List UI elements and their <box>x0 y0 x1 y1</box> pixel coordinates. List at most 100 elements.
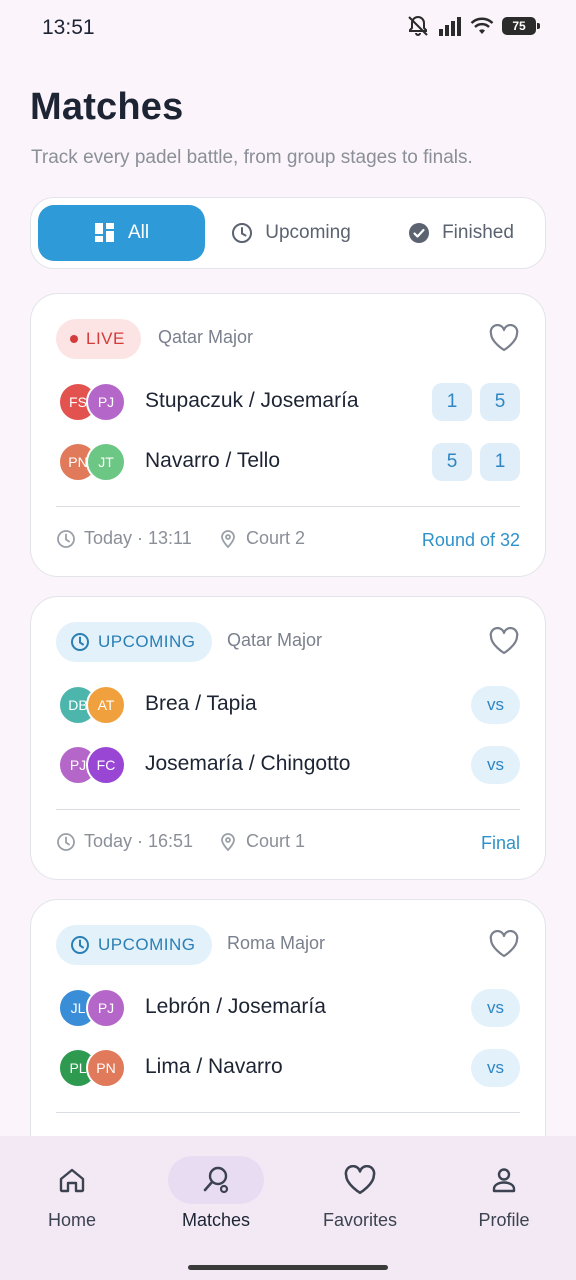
bottom-navigation: Home Matches Favorites Profile <box>0 1136 576 1280</box>
set-score: 5 <box>432 443 472 481</box>
nav-label: Home <box>47 1210 96 1230</box>
avatar: PJ <box>86 988 126 1028</box>
status-bar: 13:51 75 <box>0 0 576 56</box>
location-pin-icon <box>221 529 235 548</box>
favorite-heart-icon[interactable] <box>489 930 519 958</box>
match-round: Round of 32 <box>421 530 520 550</box>
team-row: FS PJ Stupaczuk / Josemaría 1 5 <box>56 380 520 424</box>
match-time-label: Today · 13:11 <box>84 528 192 548</box>
home-indicator[interactable] <box>188 1265 388 1270</box>
tournament-name: Qatar Major <box>227 630 323 650</box>
nav-item-favorites[interactable]: Favorites <box>305 1156 415 1231</box>
match-court-label: Court 2 <box>246 528 306 548</box>
filter-all-label: All <box>127 222 150 243</box>
set-score: 1 <box>432 383 472 421</box>
set-score: 5 <box>480 383 520 421</box>
team-avatars: PN JT <box>58 442 130 482</box>
nav-label: Profile <box>478 1210 530 1230</box>
nav-label: Matches <box>181 1210 251 1230</box>
match-time-label: Today · 16:51 <box>84 831 194 851</box>
filter-upcoming-label: Upcoming <box>265 222 351 243</box>
clock-icon <box>71 633 89 651</box>
tournament-name: Roma Major <box>227 933 326 953</box>
match-time: Today · 16:51 <box>56 831 193 852</box>
divider <box>56 809 520 810</box>
filter-finished-button[interactable]: Finished <box>381 205 541 261</box>
nav-item-home[interactable]: Home <box>17 1156 127 1231</box>
signal-icon <box>439 17 461 36</box>
divider <box>56 506 520 507</box>
team-row: JL PJ Lebrón / Josemaría vs <box>56 986 520 1030</box>
clock-icon <box>57 529 75 548</box>
team-avatars: JL PJ <box>58 988 130 1028</box>
check-circle-icon <box>409 223 430 243</box>
page-title: Matches <box>30 86 184 128</box>
tournament-name: Qatar Major <box>158 327 254 347</box>
vs-badge: vs <box>471 686 520 724</box>
nav-label: Favorites <box>322 1210 398 1230</box>
team-name: Navarro / Tello <box>145 449 281 472</box>
team-avatars: PL PN <box>58 1048 130 1088</box>
team-scores: 5 1 <box>432 443 520 481</box>
live-dot-icon <box>70 335 78 343</box>
match-round: Final <box>480 833 520 853</box>
team-avatars: PJ FC <box>58 745 130 785</box>
favorite-heart-icon[interactable] <box>489 627 519 655</box>
avatar: AT <box>86 685 126 725</box>
clock-icon <box>57 832 75 851</box>
team-name: Lebrón / Josemaría <box>145 995 326 1018</box>
team-row: PJ FC Josemaría / Chingotto vs <box>56 743 520 787</box>
match-time: Today · 13:11 <box>56 528 192 549</box>
avatar: PN <box>86 1048 126 1088</box>
bell-muted-icon <box>408 15 428 36</box>
filter-all-button[interactable]: All <box>38 205 205 261</box>
team-name: Josemaría / Chingotto <box>145 752 351 775</box>
avatar: PJ <box>86 382 126 422</box>
page-subtitle: Track every padel battle, from group sta… <box>31 147 473 168</box>
team-row: PN JT Navarro / Tello 5 1 <box>56 440 520 484</box>
status-time: 13:51 <box>42 16 95 39</box>
match-court: Court 1 <box>218 831 305 852</box>
nav-icon-container <box>312 1156 408 1204</box>
set-score: 1 <box>480 443 520 481</box>
nav-icon-container <box>168 1156 264 1204</box>
team-name: Brea / Tapia <box>145 692 257 715</box>
team-scores: 1 5 <box>432 383 520 421</box>
filter-upcoming-button[interactable]: Upcoming <box>216 205 366 261</box>
live-badge: LIVE <box>56 319 141 359</box>
divider <box>56 1112 520 1113</box>
team-avatars: FS PJ <box>58 382 130 422</box>
nav-icon-container <box>456 1156 552 1204</box>
location-pin-icon <box>221 832 235 851</box>
upcoming-badge: UPCOMING <box>56 622 212 662</box>
vs-badge: vs <box>471 1049 520 1087</box>
filter-segmented-control: All Upcoming Finished <box>30 197 546 269</box>
home-icon <box>59 1168 85 1193</box>
team-row: DB AT Brea / Tapia vs <box>56 683 520 727</box>
match-court-label: Court 1 <box>246 831 306 851</box>
battery-icon: 75 <box>502 17 540 35</box>
nav-item-profile[interactable]: Profile <box>449 1156 559 1231</box>
upcoming-badge: UPCOMING <box>56 925 212 965</box>
status-icons: 75 <box>406 14 540 38</box>
status-label: UPCOMING <box>98 935 196 954</box>
avatar: FC <box>86 745 126 785</box>
team-name: Lima / Navarro <box>145 1055 283 1078</box>
favorite-heart-icon[interactable] <box>489 324 519 352</box>
match-court: Court 2 <box>218 528 305 549</box>
avatar: JT <box>86 442 126 482</box>
status-label: UPCOMING <box>98 632 196 651</box>
filter-finished-label: Finished <box>442 222 514 243</box>
status-label: LIVE <box>86 329 125 348</box>
nav-item-matches[interactable]: Matches <box>161 1156 271 1231</box>
match-card[interactable]: UPCOMING Qatar Major DB AT Brea / Tapia … <box>30 596 546 880</box>
match-card[interactable]: LIVE Qatar Major FS PJ Stupaczuk / Josem… <box>30 293 546 577</box>
vs-badge: vs <box>471 746 520 784</box>
person-icon <box>492 1168 516 1193</box>
nav-icon-container <box>24 1156 120 1204</box>
team-row: PL PN Lima / Navarro vs <box>56 1046 520 1090</box>
heart-icon <box>344 1165 376 1195</box>
racket-icon <box>203 1166 229 1194</box>
wifi-icon <box>470 17 494 34</box>
clock-icon <box>232 223 253 243</box>
